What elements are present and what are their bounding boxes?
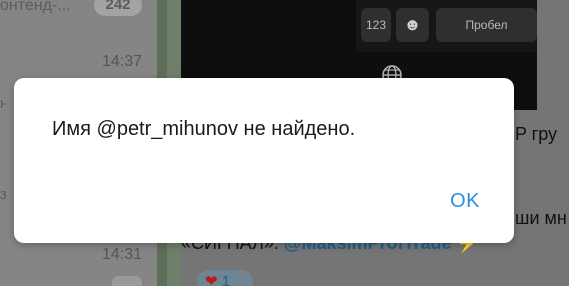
reaction-count: 1	[221, 273, 231, 286]
message-text-fragment: IP гру	[510, 124, 558, 144]
reaction-chip[interactable]: ❤ 1	[197, 270, 253, 286]
unread-badge: 242	[94, 0, 142, 16]
error-dialog: Имя @petr_mihunov не найдено. OK	[14, 78, 514, 243]
app-window: онтенд-... 242 14:37 н з 14:31 123 ☻ Про…	[0, 0, 569, 286]
chat-timestamp: 14:31	[101, 246, 142, 263]
message-text-fragment: ши мн	[515, 208, 567, 228]
space-key: Пробел	[436, 8, 537, 42]
emoji-key-icon: ☻	[396, 8, 429, 42]
key-123: 123	[361, 8, 391, 42]
chat-preview-snippet: онтенд-...	[0, 0, 71, 14]
chat-timestamp: 14:37	[101, 53, 142, 70]
chat-preview-edge: н	[0, 95, 6, 112]
unread-badge	[112, 276, 142, 286]
heart-icon: ❤	[205, 273, 218, 286]
ok-button[interactable]: OK	[442, 186, 488, 217]
dialog-message: Имя @petr_mihunov не найдено.	[52, 118, 356, 140]
chat-preview-edge: з	[0, 186, 6, 203]
keyboard-row: 123 ☻ Пробел	[356, 0, 537, 52]
